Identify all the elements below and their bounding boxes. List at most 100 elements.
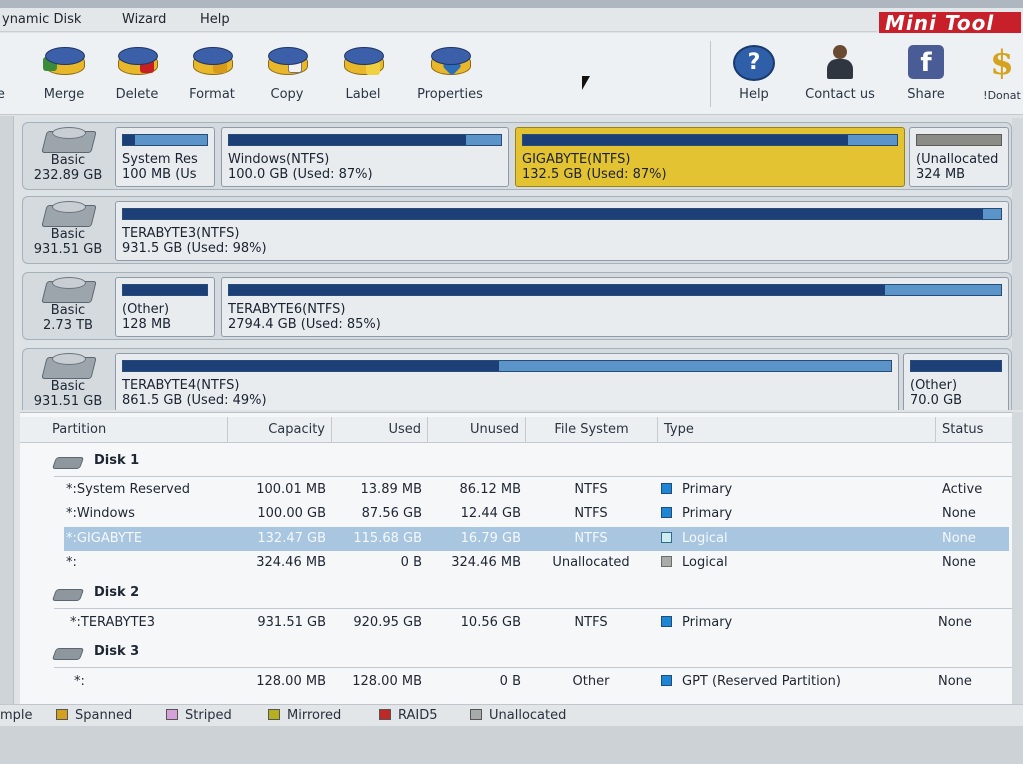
cell-partition: *: [74, 674, 85, 689]
legend-label: Mirrored [287, 708, 342, 723]
partition-size: 931.5 GB (Used: 98%) [122, 241, 267, 256]
table-header: Partition Capacity Used Unused File Syst… [20, 417, 1023, 443]
cell-used: 13.89 MB [360, 482, 422, 497]
type-swatch-icon [661, 675, 672, 686]
col-capacity[interactable]: Capacity [228, 417, 332, 443]
delete-button[interactable]: Delete [97, 41, 177, 109]
disk-group-1[interactable]: Disk 1 [20, 447, 1023, 477]
disk-map-row-1[interactable]: Basic 232.89 GB System Res 100 MB (Us Wi… [22, 122, 1012, 190]
partition-name: GIGABYTE(NTFS) [522, 152, 631, 167]
cell-type: Primary [661, 502, 732, 526]
share-button[interactable]: f Share [886, 41, 966, 109]
partition-block-terabyte4[interactable]: TERABYTE4(NTFS) 861.5 GB (Used: 49%) [115, 353, 899, 410]
legend-swatch [268, 709, 280, 720]
disk-3-info: Basic 2.73 TB [25, 275, 111, 337]
partition-block-gigabyte[interactable]: GIGABYTE(NTFS) 132.5 GB (Used: 87%) [515, 127, 905, 187]
disk-type: Basic [50, 379, 86, 394]
partition-name: TERABYTE6(NTFS) [228, 302, 346, 317]
disk-1-info: Basic 232.89 GB [25, 125, 111, 187]
donate-button[interactable]: $ !Donat [962, 41, 1023, 109]
disk-group-name: Disk 2 [94, 585, 140, 600]
disk-map-scrollbar[interactable] [1012, 118, 1023, 410]
table-row[interactable]: *:TERABYTE3 931.51 GB 920.95 GB 10.56 GB… [20, 611, 1023, 635]
properties-button[interactable]: Properties [410, 41, 490, 109]
menu-wizard[interactable]: Wizard [122, 12, 166, 27]
usage-bar [122, 134, 208, 146]
partition-size: 100.0 GB (Used: 87%) [228, 167, 373, 182]
cell-file-system: Other [572, 674, 610, 689]
usage-bar [522, 134, 898, 146]
legend-label: Spanned [75, 708, 133, 723]
disk-group-2[interactable]: Disk 2 [20, 579, 1023, 609]
legend-swatch [166, 709, 178, 720]
hard-disk-icon [40, 353, 96, 379]
bottom-edge [0, 726, 1023, 764]
merge-button[interactable]: Merge [24, 41, 104, 109]
partition-block-other[interactable]: (Other) 128 MB [115, 277, 215, 337]
menu-dynamic-disk[interactable]: ynamic Disk [2, 12, 81, 27]
partition-block-system-reserved[interactable]: System Res 100 MB (Us [115, 127, 215, 187]
cell-capacity: 324.46 MB [256, 555, 326, 570]
disk-map-row-3[interactable]: Basic 2.73 TB (Other) 128 MB TERABYTE6(N… [22, 272, 1012, 340]
cell-status: None [942, 506, 976, 521]
menu-bar: ynamic Disk Wizard Help Mini Tool [0, 8, 1023, 38]
legend-item-raid5: RAID5 [379, 708, 438, 723]
cell-type: Primary [661, 478, 732, 502]
type-label: Primary [682, 482, 733, 497]
partition-block-terabyte6[interactable]: TERABYTE6(NTFS) 2794.4 GB (Used: 85%) [221, 277, 1009, 337]
table-row-selected[interactable]: *:GIGABYTE 132.47 GB 115.68 GB 16.79 GB … [64, 527, 1009, 551]
donate-label: !Donat [983, 89, 1021, 102]
cell-unused: 86.12 MB [459, 482, 521, 497]
disk-map-row-2[interactable]: Basic 931.51 GB TERABYTE3(NTFS) 931.5 GB… [22, 196, 1012, 264]
col-used[interactable]: Used [332, 417, 428, 443]
disk-map-row-4[interactable]: Basic 931.51 GB TERABYTE4(NTFS) 861.5 GB… [22, 348, 1012, 410]
partition-name: (Other) [122, 302, 170, 317]
label-icon [342, 45, 384, 75]
partition-size: 861.5 GB (Used: 49%) [122, 393, 267, 408]
partition-block-other-2[interactable]: (Other) 70.0 GB [903, 353, 1009, 410]
legend-swatch [56, 709, 68, 720]
table-row[interactable]: *: 128.00 MB 128.00 MB 0 B Other GPT (Re… [20, 670, 1023, 694]
disk-size: 232.89 GB [33, 168, 103, 183]
col-file-system[interactable]: File System [526, 417, 658, 443]
partition-block-terabyte3[interactable]: TERABYTE3(NTFS) 931.5 GB (Used: 98%) [115, 201, 1009, 261]
table-row[interactable]: *: 324.46 MB 0 B 324.46 MB Unallocated L… [20, 551, 1023, 575]
legend-bar: mple Spanned Striped Mirrored RAID5 Unal… [0, 704, 1023, 726]
cell-capacity: 100.01 MB [256, 482, 326, 497]
col-status[interactable]: Status [936, 417, 1023, 443]
hard-disk-icon [51, 457, 85, 469]
partition-block-unallocated[interactable]: (Unallocated 324 MB [909, 127, 1009, 187]
col-unused[interactable]: Unused [428, 417, 526, 443]
menu-help[interactable]: Help [200, 12, 230, 27]
cell-capacity: 931.51 GB [257, 615, 326, 630]
col-type[interactable]: Type [658, 417, 936, 443]
legend-item-unallocated: Unallocated [470, 708, 566, 723]
cell-status: None [938, 615, 972, 630]
col-partition[interactable]: Partition [20, 417, 228, 443]
format-button[interactable]: Format [172, 41, 252, 109]
disk-2-info: Basic 931.51 GB [25, 199, 111, 261]
usage-bar [916, 134, 1002, 146]
copy-button[interactable]: Copy [247, 41, 327, 109]
type-swatch-icon [661, 507, 672, 518]
cell-used: 115.68 GB [353, 531, 422, 546]
merge-label: Merge [43, 87, 85, 102]
format-icon [191, 45, 233, 75]
label-button[interactable]: Label [323, 41, 403, 109]
hard-disk-icon [40, 201, 96, 227]
table-row[interactable]: *:System Reserved 100.01 MB 13.89 MB 86.… [20, 478, 1023, 502]
table-scrollbar[interactable] [1012, 412, 1023, 704]
cell-status: Active [942, 482, 983, 497]
partition-block-windows[interactable]: Windows(NTFS) 100.0 GB (Used: 87%) [221, 127, 509, 187]
help-button[interactable]: ? Help [714, 41, 794, 109]
cell-status: None [938, 674, 972, 689]
table-row[interactable]: *:Windows 100.00 GB 87.56 GB 12.44 GB NT… [20, 502, 1023, 526]
title-bar [0, 0, 1023, 8]
disk-group-name: Disk 1 [94, 453, 140, 468]
type-label: Logical [682, 555, 728, 570]
legend-item-spanned: Spanned [56, 708, 132, 723]
disk-type: Basic [50, 303, 86, 318]
cell-file-system: NTFS [574, 531, 608, 546]
disk-group-3[interactable]: Disk 3 [20, 638, 1023, 668]
contact-us-button[interactable]: Contact us [800, 41, 880, 109]
